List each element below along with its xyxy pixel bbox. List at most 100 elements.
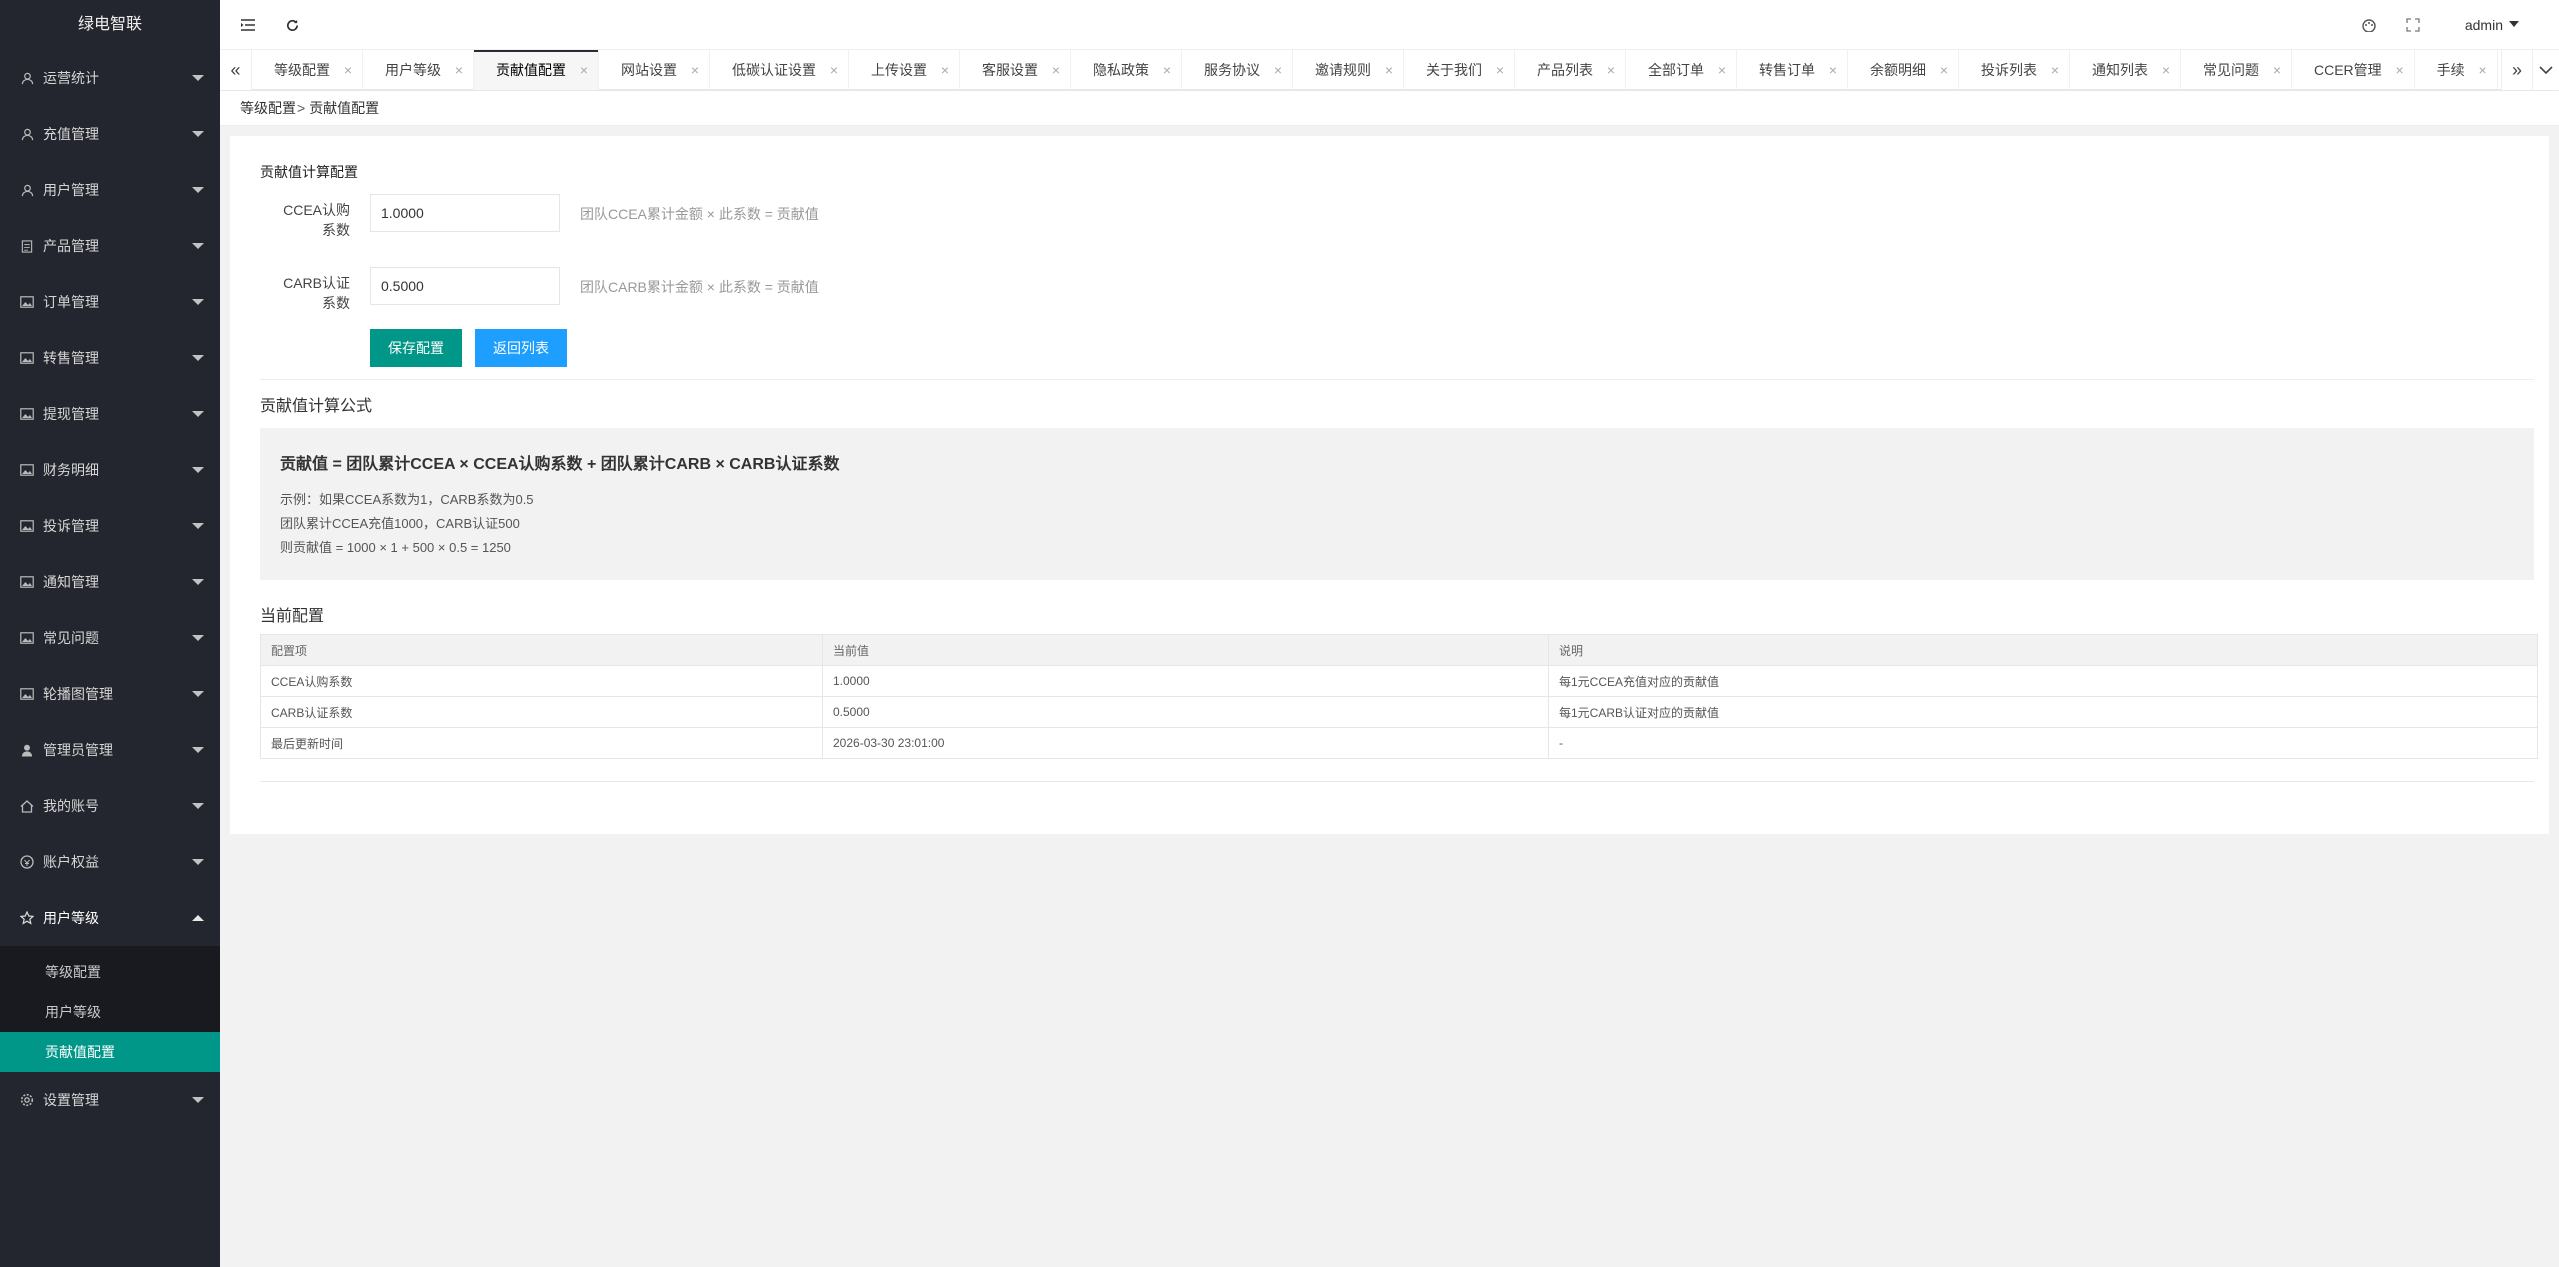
sidebar-item[interactable]: 通知管理 bbox=[0, 554, 220, 610]
close-icon[interactable]: × bbox=[830, 50, 838, 90]
tab[interactable]: 投诉列表 × bbox=[1959, 50, 2070, 90]
menu-toggle-icon[interactable] bbox=[226, 0, 270, 50]
sidebar-item[interactable]: 投诉管理 bbox=[0, 498, 220, 554]
gear-icon bbox=[20, 1093, 34, 1107]
save-config-button[interactable]: 保存配置 bbox=[370, 329, 462, 367]
fullscreen-icon[interactable] bbox=[2391, 0, 2435, 50]
sidebar-item[interactable]: 轮播图管理 bbox=[0, 666, 220, 722]
tab[interactable]: 等级配置 × bbox=[252, 50, 363, 90]
person-icon bbox=[20, 183, 34, 197]
sidebar-item[interactable]: 提现管理 bbox=[0, 386, 220, 442]
tab[interactable]: 邀请规则 × bbox=[1293, 50, 1404, 90]
theme-icon[interactable] bbox=[2347, 0, 2391, 50]
breadcrumb: 等级配置> 贡献值配置 bbox=[220, 91, 2559, 126]
tabs-next-icon[interactable]: » bbox=[2501, 50, 2533, 90]
chevron-down-icon bbox=[192, 243, 204, 249]
sidebar-item[interactable]: 运营统计 bbox=[0, 50, 220, 106]
close-icon[interactable]: × bbox=[2162, 50, 2170, 90]
breadcrumb-parent[interactable]: 等级配置 bbox=[240, 100, 296, 116]
tab-label: 上传设置 bbox=[871, 62, 927, 78]
tab[interactable]: 网站设置 × bbox=[599, 50, 710, 90]
close-icon[interactable]: × bbox=[1496, 50, 1504, 90]
back-to-list-button[interactable]: 返回列表 bbox=[475, 329, 567, 367]
table-cell: CCEA认购系数 bbox=[260, 665, 823, 697]
sidebar-item[interactable]: 订单管理 bbox=[0, 274, 220, 330]
sidebar-subitem[interactable]: 贡献值配置 bbox=[0, 1032, 220, 1072]
ccea-coefficient-input[interactable] bbox=[370, 194, 560, 232]
admin-menu[interactable]: admin bbox=[2465, 0, 2519, 50]
tab[interactable]: 客服设置 × bbox=[960, 50, 1071, 90]
sidebar-item[interactable]: 产品管理 bbox=[0, 218, 220, 274]
close-icon[interactable]: × bbox=[1385, 50, 1393, 90]
table-cell: 2026-03-30 23:01:00 bbox=[822, 727, 1549, 759]
admin-name: admin bbox=[2464, 17, 2503, 33]
close-icon[interactable]: × bbox=[1940, 50, 1948, 90]
sidebar-item[interactable]: 管理员管理 bbox=[0, 722, 220, 778]
sidebar-item[interactable]: 用户等级 bbox=[0, 890, 220, 946]
close-icon[interactable]: × bbox=[1274, 50, 1282, 90]
sidebar-item-label: 常见问题 bbox=[43, 630, 99, 646]
sidebar-item[interactable]: 账户权益 bbox=[0, 834, 220, 890]
tab[interactable]: 转售订单 × bbox=[1737, 50, 1848, 90]
close-icon[interactable]: × bbox=[1163, 50, 1171, 90]
tab[interactable]: CCER管理 × bbox=[2292, 50, 2415, 90]
close-icon[interactable]: × bbox=[2273, 50, 2281, 90]
sidebar-item[interactable]: 我的账号 bbox=[0, 778, 220, 834]
sidebar-item[interactable]: 设置管理 bbox=[0, 1072, 220, 1128]
carb-row: CARB认证 系数 团队CARB累计金额 × 此系数 = 贡献值 bbox=[245, 267, 2534, 325]
tab[interactable]: 贡献值配置 × bbox=[474, 50, 599, 90]
tab-label: 余额明细 bbox=[1870, 62, 1926, 78]
close-icon[interactable]: × bbox=[1718, 50, 1726, 90]
sidebar-item[interactable]: 财务明细 bbox=[0, 442, 220, 498]
tab[interactable]: 全部订单 × bbox=[1626, 50, 1737, 90]
close-icon[interactable]: × bbox=[691, 50, 699, 90]
sidebar-item-label: 设置管理 bbox=[43, 1092, 99, 1108]
tab[interactable]: 产品列表 × bbox=[1515, 50, 1626, 90]
sidebar-subitem[interactable]: 用户等级 bbox=[0, 992, 220, 1032]
tab[interactable]: 关于我们 × bbox=[1404, 50, 1515, 90]
image-icon bbox=[20, 687, 34, 701]
close-icon[interactable]: × bbox=[580, 50, 588, 90]
main-content: 等级配置>贡献值配置 贡献值计算配置 CCEA认购 系数 团队CCEA累计金额 … bbox=[220, 91, 2559, 834]
tab[interactable]: 常见问题 × bbox=[2181, 50, 2292, 90]
close-icon[interactable]: × bbox=[455, 50, 463, 90]
formula-example-3: 则贡献值 = 1000 × 1 + 500 × 0.5 = 1250 bbox=[280, 540, 511, 555]
tabs-dropdown-icon[interactable] bbox=[2533, 50, 2559, 90]
tab[interactable]: 低碳认证设置 × bbox=[710, 50, 849, 90]
section-title: 贡献值计算配置 bbox=[260, 164, 358, 180]
chevron-down-icon bbox=[192, 299, 204, 305]
close-icon[interactable]: × bbox=[344, 50, 352, 90]
sidebar-subitem[interactable]: 等级配置 bbox=[0, 952, 220, 992]
close-icon[interactable]: × bbox=[1052, 50, 1060, 90]
tab[interactable]: 余额明细 × bbox=[1848, 50, 1959, 90]
tab[interactable]: 服务协议 × bbox=[1182, 50, 1293, 90]
close-icon[interactable]: × bbox=[941, 50, 949, 90]
refresh-icon[interactable] bbox=[270, 0, 314, 50]
sidebar-item-label: 运营统计 bbox=[43, 70, 99, 86]
close-icon[interactable]: × bbox=[2478, 50, 2486, 90]
sidebar-item-label: 产品管理 bbox=[43, 238, 99, 254]
top-header: admin bbox=[220, 0, 2559, 50]
close-icon[interactable]: × bbox=[1829, 50, 1837, 90]
table-header-row: 配置项 当前值 说明 bbox=[260, 634, 2538, 666]
sidebar-item[interactable]: 用户管理 bbox=[0, 162, 220, 218]
formula-example: 示例：如果CCEA系数为1，CARB系数为0.5 团队累计CCEA充值1000，… bbox=[280, 488, 2514, 560]
user-icon bbox=[20, 743, 34, 757]
close-icon[interactable]: × bbox=[1607, 50, 1615, 90]
close-icon[interactable]: × bbox=[2395, 50, 2403, 90]
sidebar-item[interactable]: 充值管理 bbox=[0, 106, 220, 162]
close-icon[interactable]: × bbox=[2051, 50, 2059, 90]
tab[interactable]: 通知列表 × bbox=[2070, 50, 2181, 90]
sidebar-item-label: 用户等级 bbox=[43, 910, 99, 926]
tab[interactable]: 上传设置 × bbox=[849, 50, 960, 90]
tab[interactable]: 手续 × bbox=[2415, 50, 2498, 90]
tab[interactable]: 隐私政策 × bbox=[1071, 50, 1182, 90]
image-icon bbox=[20, 295, 34, 309]
tabs-prev-icon[interactable]: « bbox=[220, 50, 252, 90]
table-row: 最后更新时间 2026-03-30 23:01:00 - bbox=[260, 727, 2538, 759]
tab-label: 手续 bbox=[2436, 62, 2465, 78]
sidebar-item[interactable]: 转售管理 bbox=[0, 330, 220, 386]
sidebar-item[interactable]: 常见问题 bbox=[0, 610, 220, 666]
carb-coefficient-input[interactable] bbox=[370, 267, 560, 305]
tab[interactable]: 用户等级 × bbox=[363, 50, 474, 90]
